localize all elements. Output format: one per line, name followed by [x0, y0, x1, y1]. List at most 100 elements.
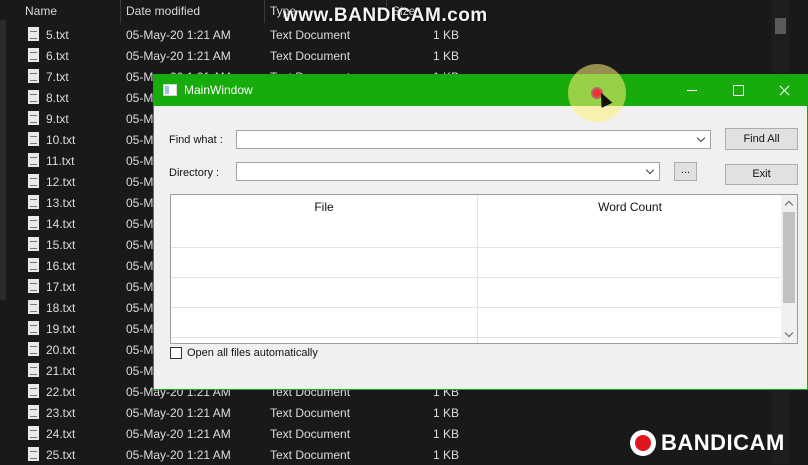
file-date-modified: 05-M: [126, 154, 154, 168]
bandicam-logo-text: BANDICAM: [661, 430, 785, 455]
chevron-down-icon[interactable]: [696, 133, 706, 143]
text-file-icon: [28, 27, 39, 41]
file-name: 13.txt: [46, 196, 76, 210]
file-name: 7.txt: [46, 70, 69, 84]
text-file-icon: [28, 426, 39, 440]
file-name: 17.txt: [46, 280, 76, 294]
file-date-modified: 05-May-20 1:21 AM: [126, 28, 231, 42]
file-name: 18.txt: [46, 301, 76, 315]
file-date-modified: 05-M: [126, 217, 154, 231]
file-date-modified: 05-M: [126, 322, 154, 336]
row-divider: [171, 247, 783, 248]
file-date-modified: 05-M: [126, 301, 154, 315]
file-name: 14.txt: [46, 217, 76, 231]
row-divider: [171, 277, 783, 278]
scroll-up-icon[interactable]: [784, 200, 794, 210]
close-button[interactable]: [761, 75, 807, 106]
text-file-icon: [28, 300, 39, 314]
file-size: 1 KB: [433, 427, 460, 441]
file-date-modified: 05-M: [126, 112, 154, 126]
file-date-modified: 05-May-20 1:21 AM: [126, 49, 231, 63]
window-title: MainWindow: [184, 83, 253, 97]
file-name: 12.txt: [46, 175, 76, 189]
scrollbar-thumb[interactable]: [775, 18, 786, 34]
text-file-icon: [28, 363, 39, 377]
text-file-icon: [28, 321, 39, 335]
find-all-button[interactable]: Find All: [725, 128, 798, 150]
file-name: 11.txt: [46, 154, 75, 168]
maximize-button[interactable]: [715, 75, 761, 106]
open-all-files-label[interactable]: Open all files automatically: [187, 347, 318, 359]
file-date-modified: 05-M: [126, 133, 154, 147]
file-date-modified: 05-May-20 1:21 AM: [126, 448, 231, 462]
file-name: 6.txt: [46, 49, 69, 63]
text-file-icon: [28, 195, 39, 209]
file-type: Text Document: [270, 427, 351, 441]
file-type: Text Document: [270, 49, 351, 63]
file-name: 24.txt: [46, 427, 76, 441]
text-file-icon: [28, 216, 39, 230]
file-size: 1 KB: [433, 406, 460, 420]
minimize-button[interactable]: [669, 75, 715, 106]
results-table[interactable]: File Word Count: [170, 194, 798, 344]
text-file-icon: [28, 384, 39, 398]
column-separator[interactable]: [264, 0, 265, 23]
chevron-down-icon[interactable]: [645, 165, 655, 175]
file-date-modified: 05-M: [126, 364, 154, 378]
browse-directory-button[interactable]: ...: [674, 162, 697, 181]
file-row[interactable]: 5.txt 05-May-20 1:21 AM Text Document 1 KB: [0, 24, 770, 45]
file-name: 8.txt: [46, 91, 69, 105]
text-file-icon: [28, 132, 39, 146]
file-size: 1 KB: [433, 448, 460, 462]
column-header-word-count[interactable]: Word Count: [477, 195, 783, 219]
file-date-modified: 05-M: [126, 91, 154, 105]
text-file-icon: [28, 174, 39, 188]
column-header-date-modified[interactable]: Date modified: [126, 0, 200, 23]
bandicam-watermark-bottom: BANDICAM: [630, 426, 785, 460]
file-type: Text Document: [270, 28, 351, 42]
text-file-icon: [28, 405, 39, 419]
table-scrollbar[interactable]: [781, 195, 797, 343]
file-date-modified: 05-M: [126, 175, 154, 189]
file-name: 16.txt: [46, 259, 76, 273]
text-file-icon: [28, 237, 39, 251]
scrollbar-thumb[interactable]: [783, 212, 795, 303]
file-name: 25.txt: [46, 448, 76, 462]
file-date-modified: 05-M: [126, 259, 154, 273]
file-row[interactable]: 6.txt 05-May-20 1:21 AM Text Document 1 KB: [0, 45, 770, 66]
minimize-icon: [687, 90, 697, 91]
text-file-icon: [28, 69, 39, 83]
main-window: MainWindow Find what : Find All Director…: [153, 74, 808, 390]
column-header-file[interactable]: File: [171, 195, 477, 219]
file-row[interactable]: 23.txt 05-May-20 1:21 AM Text Document 1 KB: [0, 402, 770, 423]
column-separator[interactable]: [120, 0, 121, 23]
file-name: 20.txt: [46, 343, 76, 357]
open-all-files-checkbox[interactable]: [170, 347, 182, 359]
exit-button[interactable]: Exit: [725, 164, 798, 185]
file-name: 19.txt: [46, 322, 76, 336]
text-file-icon: [28, 111, 39, 125]
maximize-icon: [733, 85, 744, 96]
file-name: 9.txt: [46, 112, 69, 126]
text-file-icon: [28, 447, 39, 461]
column-header-name[interactable]: Name: [25, 0, 57, 23]
row-divider: [171, 307, 783, 308]
find-what-label: Find what :: [169, 134, 223, 146]
text-file-icon: [28, 90, 39, 104]
directory-label: Directory :: [169, 167, 220, 179]
find-what-combobox[interactable]: [236, 130, 711, 149]
file-date-modified: 05-M: [126, 196, 154, 210]
file-date-modified: 05-M: [126, 343, 154, 357]
file-name: 15.txt: [46, 238, 76, 252]
text-file-icon: [28, 153, 39, 167]
file-name: 22.txt: [46, 385, 76, 399]
file-name: 23.txt: [46, 406, 76, 420]
directory-combobox[interactable]: [236, 162, 660, 181]
bandicam-watermark-top: www.BANDICAM.com: [283, 5, 488, 26]
text-file-icon: [28, 342, 39, 356]
scroll-down-icon[interactable]: [784, 328, 794, 338]
title-bar[interactable]: MainWindow: [154, 75, 807, 106]
file-size: 1 KB: [433, 49, 460, 63]
file-name: 21.txt: [46, 364, 76, 378]
file-name: 10.txt: [46, 133, 76, 147]
